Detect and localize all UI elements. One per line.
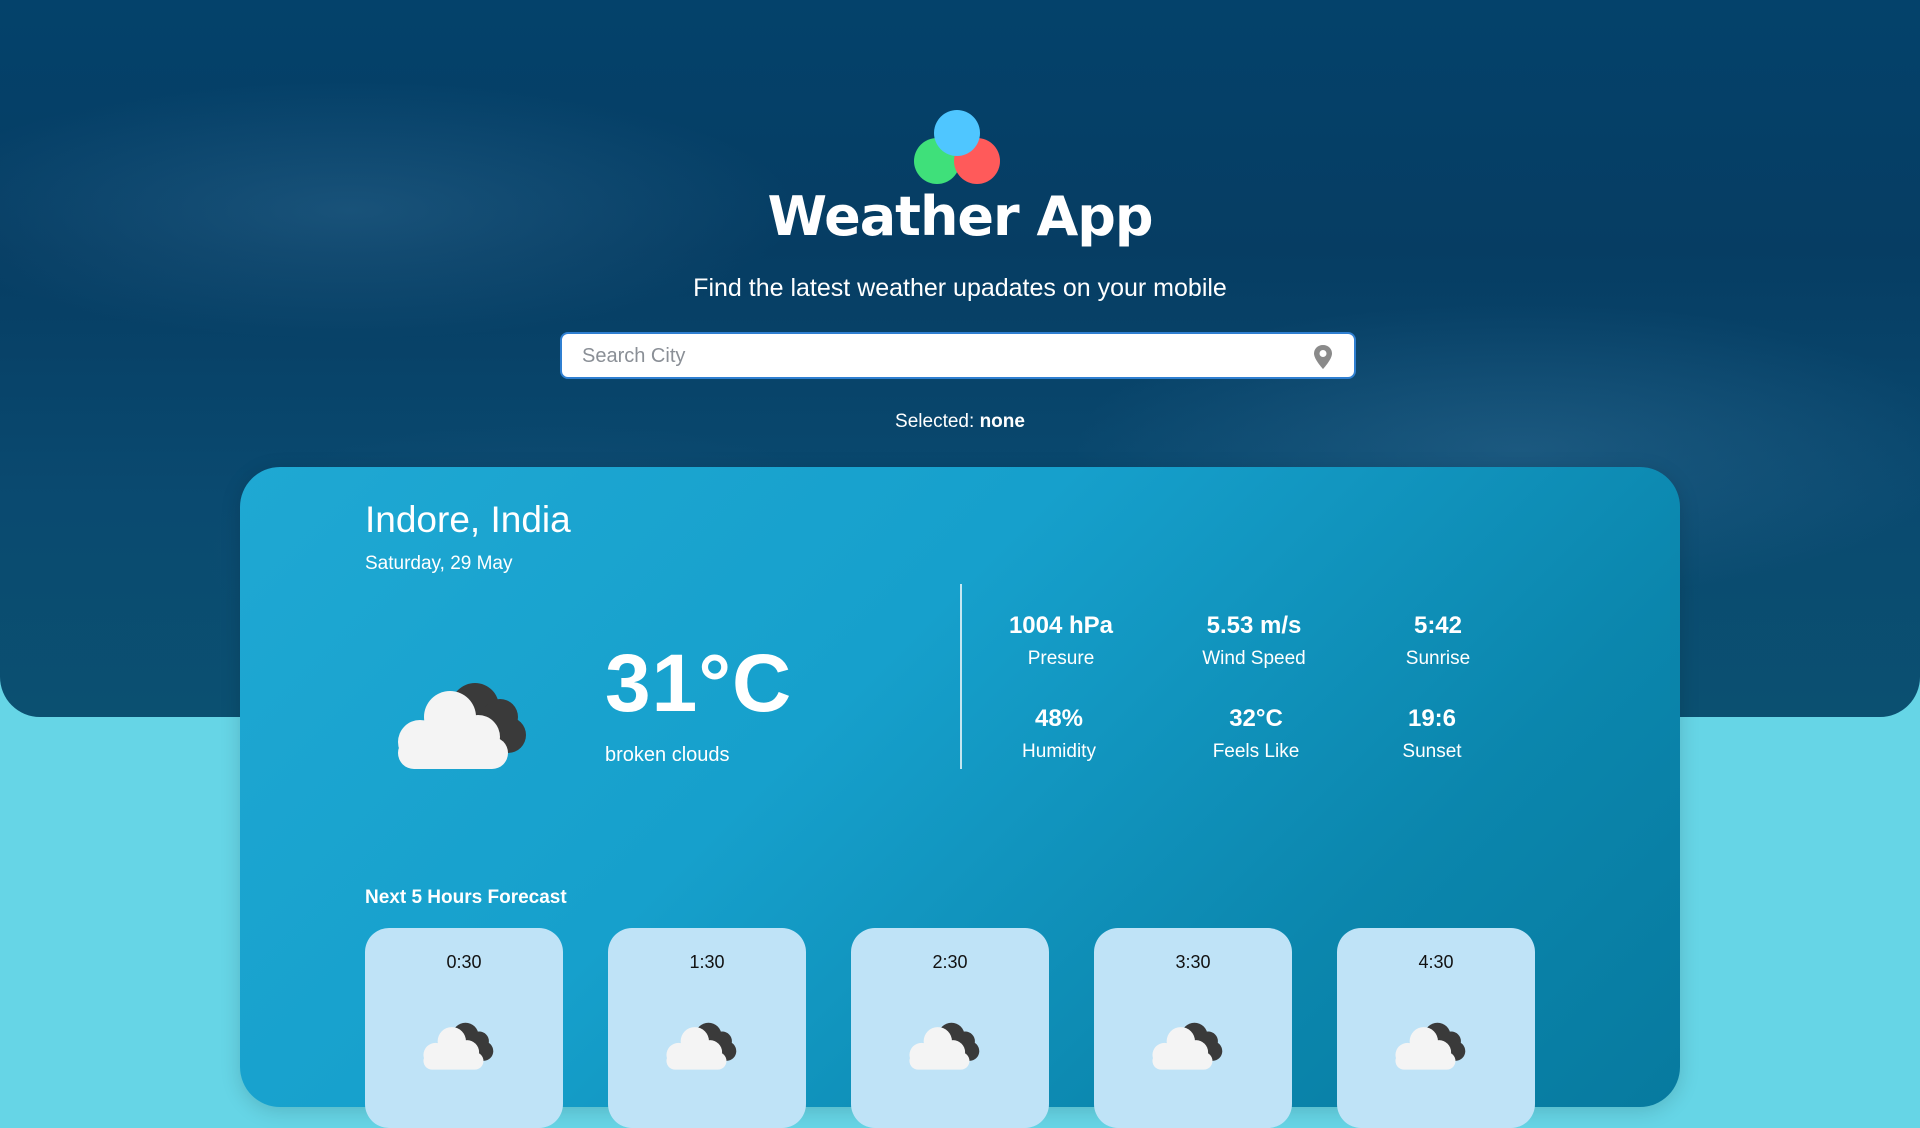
weather-description: broken clouds bbox=[605, 744, 730, 766]
stat-value: 5.53 m/s bbox=[1206, 612, 1302, 639]
stat-value: 19:6 bbox=[1407, 705, 1457, 732]
stat-label: Feels Like bbox=[1212, 741, 1300, 762]
stat-label: Sunset bbox=[1402, 741, 1462, 762]
forecast-card: 4:30 bbox=[1337, 928, 1535, 1128]
app-title: Weather App bbox=[767, 185, 1153, 248]
stat-pressure: 1004 hPa Presure bbox=[971, 612, 1151, 670]
app-logo-icon bbox=[914, 108, 1006, 188]
broken-clouds-icon bbox=[398, 683, 526, 769]
stats-divider bbox=[960, 584, 962, 769]
stat-label: Humidity bbox=[1022, 741, 1096, 762]
broken-clouds-icon bbox=[909, 1022, 980, 1070]
current-temperature: 31°C bbox=[605, 638, 793, 729]
stat-label: Sunrise bbox=[1405, 648, 1471, 669]
stat-label: Wind Speed bbox=[1202, 648, 1306, 669]
selected-label: Selected: bbox=[895, 411, 975, 432]
stat-humidity: 48% Humidity bbox=[969, 705, 1149, 763]
stat-value: 5:42 bbox=[1413, 612, 1463, 639]
logo-blue-circle bbox=[934, 110, 980, 156]
stat-value: 32°C bbox=[1229, 705, 1283, 732]
stat-sunset: 19:6 Sunset bbox=[1342, 705, 1522, 763]
stat-sunrise: 5:42 Sunrise bbox=[1348, 612, 1528, 670]
broken-clouds-icon bbox=[423, 1022, 494, 1070]
forecast-time: 3:30 bbox=[1175, 952, 1211, 972]
city-name: Indore, India bbox=[365, 499, 571, 540]
broken-clouds-icon bbox=[1152, 1022, 1223, 1070]
selected-value: none bbox=[979, 411, 1025, 432]
forecast-time: 4:30 bbox=[1418, 952, 1454, 972]
current-date: Saturday, 29 May bbox=[365, 553, 513, 574]
stat-wind-speed: 5.53 m/s Wind Speed bbox=[1164, 612, 1344, 670]
forecast-title: Next 5 Hours Forecast bbox=[365, 887, 567, 908]
stat-feels-like: 32°C Feels Like bbox=[1166, 705, 1346, 763]
selected-city-status: Selected: none bbox=[0, 411, 1920, 433]
forecast-time: 1:30 bbox=[689, 952, 725, 972]
stat-value: 48% bbox=[1034, 705, 1084, 732]
search-box[interactable] bbox=[560, 332, 1356, 379]
broken-clouds-icon bbox=[1395, 1022, 1466, 1070]
current-weather-card: Indore, India Saturday, 29 May 31°C brok… bbox=[240, 467, 1680, 1128]
map-pin-icon[interactable] bbox=[1312, 344, 1334, 370]
search-city-input[interactable] bbox=[580, 334, 1284, 379]
forecast-card: 0:30 bbox=[365, 928, 563, 1128]
stat-value: 1004 hPa bbox=[1008, 612, 1114, 639]
forecast-card: 1:30 bbox=[608, 928, 806, 1128]
forecast-time: 0:30 bbox=[446, 952, 482, 972]
stat-label: Presure bbox=[1027, 648, 1095, 669]
forecast-card: 2:30 bbox=[851, 928, 1049, 1128]
forecast-card: 3:30 bbox=[1094, 928, 1292, 1128]
broken-clouds-icon bbox=[666, 1022, 737, 1070]
forecast-time: 2:30 bbox=[932, 952, 968, 972]
app-subtitle: Find the latest weather upadates on your… bbox=[693, 274, 1227, 302]
